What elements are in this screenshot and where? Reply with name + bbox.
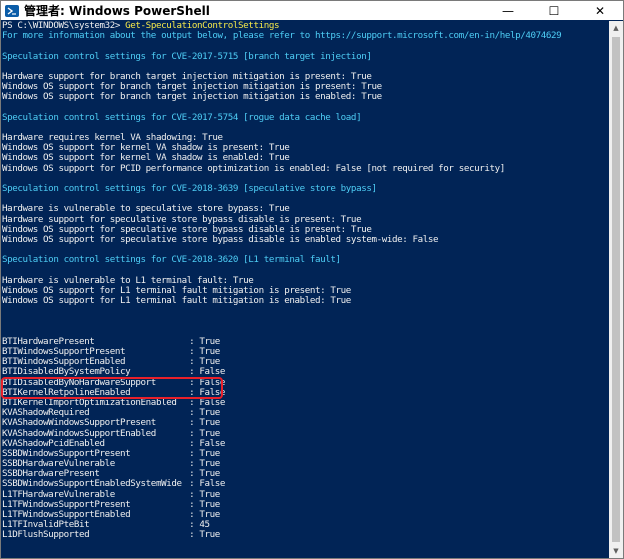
chevron-down-icon[interactable]: ▼ (609, 544, 623, 558)
close-button[interactable]: ✕ (577, 1, 623, 20)
property-name: L1DFlushSupported (2, 529, 90, 541)
property-row: L1DFlushSupported : True (1, 530, 609, 540)
property-row: L1TFWindowsSupportEnabled : True (1, 509, 609, 520)
minimize-button[interactable]: — (485, 1, 531, 20)
highlight-box (1, 377, 223, 399)
property-row: L1TFInvalidPteBit : 45 (1, 519, 609, 530)
property-list: BTIHardwarePresent : True BTIWindowsSuppo… (1, 336, 609, 541)
output-line: Windows OS support for speculative store… (2, 233, 439, 245)
property-name: KVAShadowWindowsSupportPresent (2, 417, 156, 429)
output-lines: For more information about the output be… (1, 30, 609, 337)
title-bar[interactable]: 管理者: Windows PowerShell — ☐ ✕ (1, 1, 623, 20)
section-heading: For more information about the output be… (2, 30, 562, 42)
powershell-window: 管理者: Windows PowerShell — ☐ ✕ PS C:\WIND… (0, 0, 624, 559)
vertical-scrollbar[interactable]: ▲ ▼ (609, 21, 623, 558)
property-value: True (199, 529, 220, 541)
output-line: Windows OS support for L1 terminal fault… (2, 295, 351, 307)
output-line: Windows OS support for PCID performance … (2, 162, 505, 174)
section-heading: Speculation control settings for CVE-201… (2, 183, 377, 194)
section-heading: Speculation control settings for CVE-201… (2, 254, 341, 266)
section-heading: Speculation control settings for CVE-201… (2, 50, 372, 62)
console-output[interactable]: PS C:\WINDOWS\system32> Get-SpeculationC… (1, 21, 609, 558)
output-line: Windows OS support for branch target inj… (2, 91, 382, 103)
powershell-icon (5, 4, 19, 17)
window-title: 管理者: Windows PowerShell (24, 4, 210, 18)
property-row: BTIKernelImportOptimizationEnabled : Fal… (1, 397, 609, 408)
section-heading: Speculation control settings for CVE-201… (2, 111, 362, 123)
scrollbar-thumb[interactable] (612, 37, 620, 542)
chevron-up-icon[interactable]: ▲ (609, 21, 623, 35)
property-row: KVAShadowWindowsSupportPresent : True (1, 418, 609, 428)
maximize-button[interactable]: ☐ (531, 1, 577, 20)
property-separator: : (184, 529, 200, 541)
